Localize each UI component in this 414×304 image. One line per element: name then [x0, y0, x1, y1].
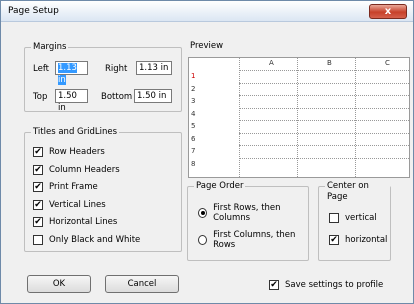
preview-row-number: 5	[191, 122, 196, 130]
center-vertical-row[interactable]: vertical	[329, 212, 377, 224]
titles-gridlines-label: Titles and GridLines	[31, 127, 120, 138]
margins-group-label: Margins	[31, 42, 69, 53]
rows-then-columns-label: First Rows, then Columns	[213, 203, 281, 223]
preview-row-line	[239, 120, 409, 121]
margins-group: Margins Left 1.13 in Right 1.13 in Top 1…	[24, 42, 182, 113]
preview-row-number: 7	[191, 147, 196, 155]
titles-option-2[interactable]: ✔ Print Frame	[33, 181, 98, 193]
columns-then-rows-label: First Columns, then Rows	[213, 230, 296, 250]
preview-row-line	[239, 107, 409, 109]
preview-row-line	[239, 145, 409, 146]
titles-option-checkbox[interactable]: ✔	[33, 217, 43, 227]
preview-row-number: 8	[191, 159, 196, 168]
preview-row-line	[239, 157, 409, 159]
save-settings-row[interactable]: ✔ Save settings to profile	[269, 279, 383, 291]
titles-option-checkbox[interactable]: ✔	[33, 199, 43, 210]
left-margin-label: Left	[33, 64, 49, 74]
preview-pane: A B C 1 2 3 4 5 6 7 8	[188, 57, 410, 178]
titles-option-checkbox[interactable]: ✔	[33, 164, 43, 175]
titles-option-4[interactable]: ✔ Horizontal Lines	[33, 216, 117, 228]
page-order-option-columns[interactable]: First Columns, then Rows	[198, 230, 308, 250]
page-order-label: Page Order	[194, 181, 246, 192]
save-settings-label: Save settings to profile	[285, 280, 384, 290]
left-margin-value: 1.13 in	[58, 63, 77, 85]
preview-column-divider	[297, 58, 298, 177]
titles-option-1[interactable]: ✔ Column Headers	[33, 164, 120, 176]
preview-label: Preview	[188, 41, 226, 52]
titles-option-label: Column Headers	[49, 164, 120, 175]
center-on-page-label: Center on Page	[325, 181, 390, 203]
titles-option-label: Horizontal Lines	[49, 217, 118, 227]
preview-group: Preview A B C 1 2 3 4 5 6 7 8	[180, 41, 412, 178]
center-horizontal-row[interactable]: ✔ horizontal	[329, 234, 387, 246]
top-margin-field[interactable]: 1.50 in	[55, 89, 88, 113]
ok-button[interactable]: OK	[27, 275, 91, 293]
titles-option-0[interactable]: ✔ Row Headers	[33, 146, 105, 158]
right-margin-field[interactable]: 1.13 in	[136, 61, 172, 75]
preview-row-line	[239, 70, 409, 71]
titles-option-label: Print Frame	[49, 182, 98, 192]
titles-option-checkbox[interactable]: ✔	[33, 147, 43, 157]
title-bar: Page Setup x	[1, 1, 413, 22]
titles-option-5[interactable]: Only Black and White	[33, 234, 140, 246]
cancel-button[interactable]: Cancel	[105, 275, 179, 293]
preview-row-number: 6	[191, 134, 196, 143]
right-margin-label: Right	[105, 64, 128, 74]
titles-gridlines-group: Titles and GridLines ✔ Row Headers ✔ Column…	[24, 127, 182, 252]
titles-option-checkbox[interactable]	[33, 234, 43, 245]
preview-row-number: 2	[191, 84, 196, 93]
bottom-margin-field[interactable]: 1.50 in	[134, 89, 172, 103]
titles-option-label: Only Black and White	[49, 234, 141, 245]
bottom-margin-label: Bottom	[101, 92, 133, 102]
preview-row-number: 4	[191, 109, 196, 118]
preview-row-line	[239, 82, 409, 84]
center-on-page-group: Center on Page vertical ✔ horizontal	[318, 181, 391, 261]
page-order-group: Page Order First Rows, then Columns Firs…	[187, 181, 309, 261]
preview-row-line	[239, 132, 409, 134]
left-margin-field[interactable]: 1.13 in	[55, 61, 88, 85]
center-horizontal-label: horizontal	[345, 235, 388, 245]
page-order-option-rows[interactable]: First Rows, then Columns	[198, 203, 308, 223]
titles-option-label: Vertical Lines	[49, 199, 106, 210]
top-margin-label: Top	[33, 92, 48, 102]
center-vertical-label: vertical	[345, 213, 377, 223]
preview-column-header: C	[385, 59, 390, 67]
preview-column-header: B	[327, 59, 332, 67]
page-setup-dialog: Page Setup x Margins Left 1.13 in Right …	[0, 0, 414, 304]
center-vertical-checkbox[interactable]	[329, 213, 339, 223]
center-horizontal-checkbox[interactable]: ✔	[329, 235, 339, 245]
titles-option-checkbox[interactable]: ✔	[33, 182, 43, 192]
preview-row-line	[239, 95, 409, 96]
dialog-title: Page Setup	[8, 6, 59, 16]
radio-columns-then-rows[interactable]	[198, 235, 208, 245]
preview-column-divider	[355, 58, 356, 177]
titles-option-3[interactable]: ✔ Vertical Lines	[33, 199, 106, 211]
radio-rows-then-columns[interactable]	[198, 208, 208, 218]
close-button[interactable]: x	[369, 4, 407, 19]
preview-row-number: 1	[191, 72, 196, 80]
preview-column-divider	[239, 58, 240, 177]
save-settings-checkbox[interactable]: ✔	[269, 280, 279, 290]
preview-column-header: A	[269, 59, 274, 67]
titles-option-label: Row Headers	[49, 147, 105, 157]
preview-row-number: 3	[191, 97, 196, 105]
